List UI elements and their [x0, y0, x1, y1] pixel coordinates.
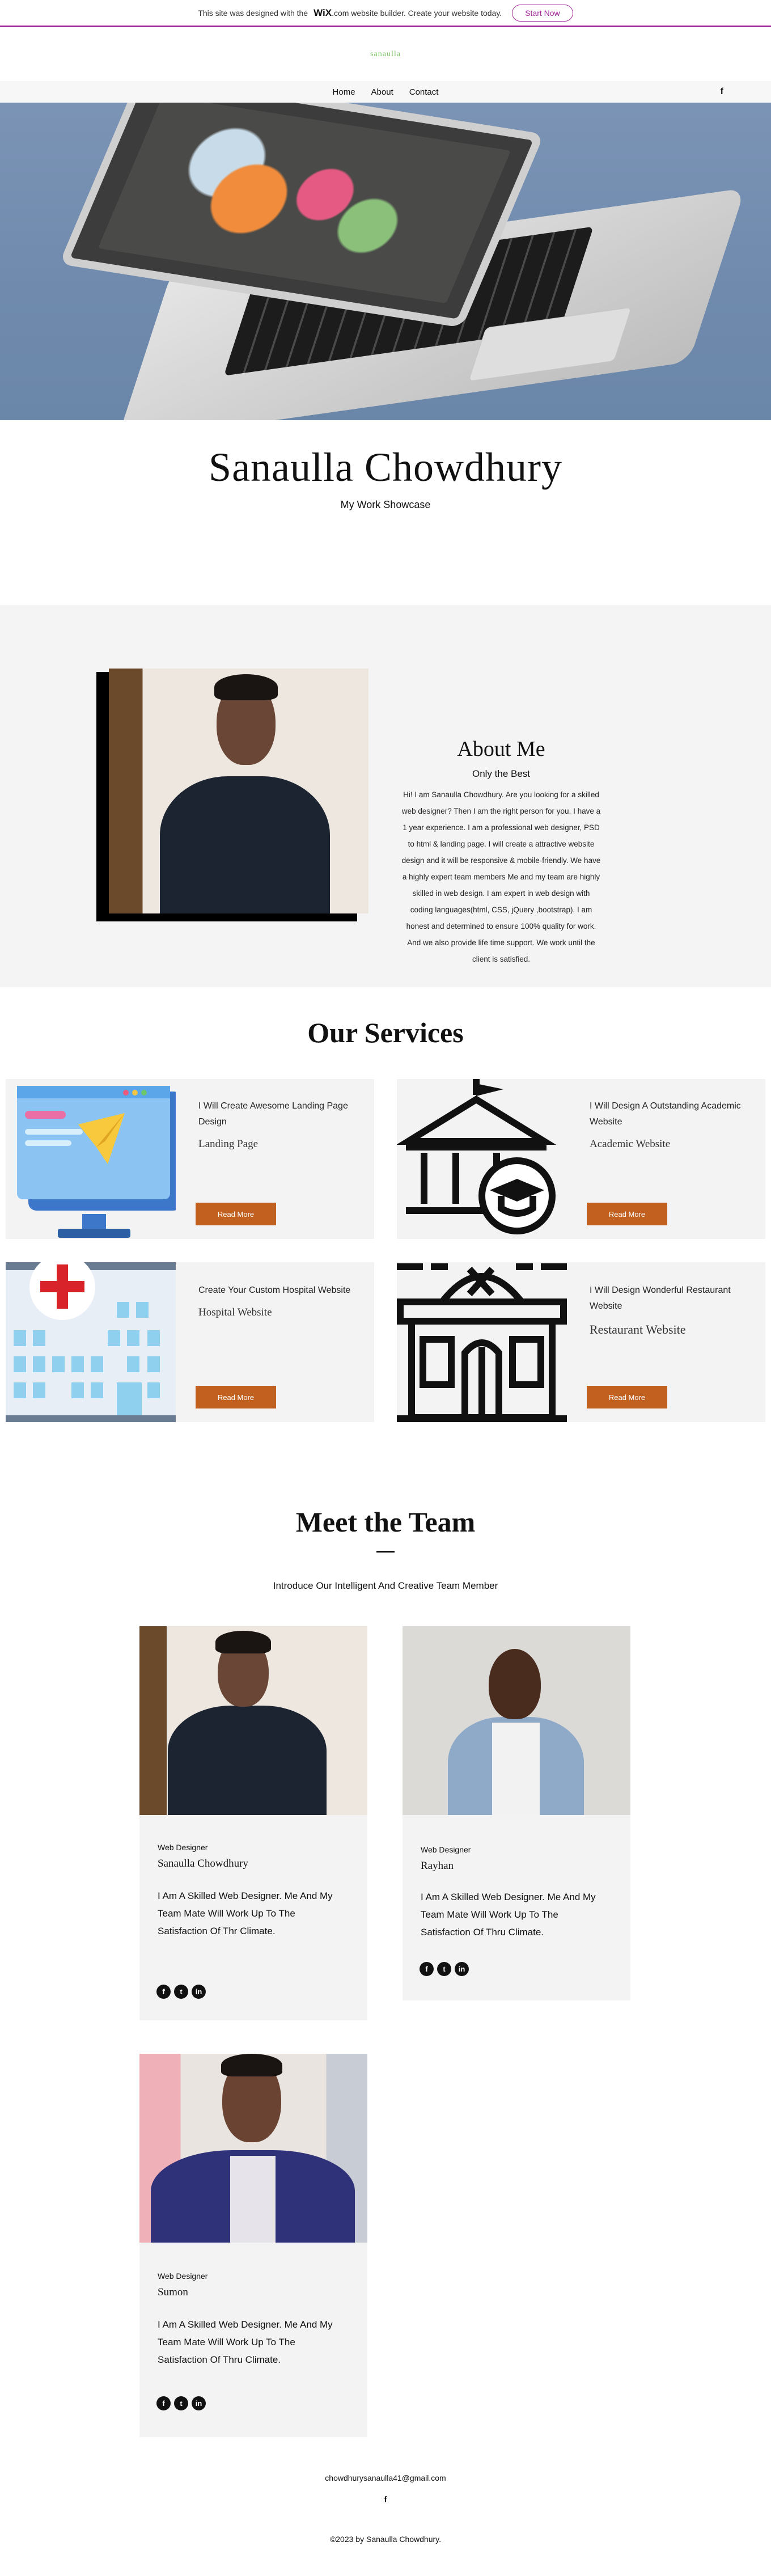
landing-page-icon — [6, 1079, 181, 1239]
hero-title: Sanaulla Chowdhury — [209, 445, 562, 490]
service-subtitle: Restaurant Website — [590, 1322, 686, 1336]
service-card-academic: I Will Design A Outstanding Academic Web… — [396, 1079, 765, 1239]
team-card-rayhan: Web Designer Rayhan I Am A Skilled Web D… — [403, 1626, 630, 2000]
service-heading: I Will Create Awesome Landing Page Desig… — [198, 1101, 348, 1127]
services-title: Our Services — [307, 1017, 464, 1048]
laptop-screen — [58, 103, 545, 328]
service-card-restaurant: I Will Design Wonderful Restaurant Websi… — [397, 1262, 765, 1422]
wix-logo[interactable]: WiX — [314, 7, 332, 19]
member-description: I Am A Skilled Web Designer. Me And My T… — [421, 1892, 596, 1938]
restaurant-icon — [397, 1262, 567, 1422]
facebook-icon[interactable]: f — [0, 2495, 771, 2505]
facebook-icon[interactable]: f — [156, 1985, 171, 1999]
twitter-icon[interactable]: t — [437, 1962, 451, 1976]
site-logo[interactable]: sanaulla — [370, 50, 401, 59]
team-photo — [403, 1626, 630, 1815]
service-subtitle: Landing Page — [198, 1138, 259, 1150]
team-photo — [139, 2054, 367, 2243]
about-section: About Me Only the Best Hi! I am Sanaulla… — [0, 605, 771, 987]
hero-subtitle: My Work Showcase — [340, 499, 431, 510]
hospital-icon — [6, 1254, 176, 1422]
team-title: Meet the Team — [295, 1506, 476, 1538]
member-role: Web Designer — [421, 1845, 471, 1854]
nav-home[interactable]: Home — [333, 87, 355, 97]
coral-artwork — [98, 103, 511, 304]
footer-email[interactable]: chowdhurysanaulla41@gmail.com — [0, 2473, 771, 2482]
member-name: Sumon — [158, 2286, 188, 2298]
wix-banner: This site was designed with the WiX .com… — [0, 0, 771, 27]
academic-building-icon — [396, 1079, 567, 1239]
member-role: Web Designer — [158, 2272, 208, 2281]
team-subtitle: Introduce Our Intelligent And Creative T… — [273, 1580, 498, 1591]
about-body: Hi! I am Sanaulla Chowdhury. Are you loo… — [401, 790, 601, 963]
start-now-button[interactable]: Start Now — [512, 4, 573, 22]
read-more-button[interactable]: Read More — [196, 1203, 276, 1225]
person-figure — [160, 669, 330, 913]
service-heading: Create Your Custom Hospital Website — [198, 1285, 351, 1295]
member-name: Sanaulla Chowdhury — [158, 1858, 248, 1869]
team-photo — [139, 1626, 367, 1815]
service-subtitle: Academic Website — [590, 1138, 671, 1150]
nav-bar: Home About Contact f — [0, 81, 771, 103]
member-name: Rayhan — [421, 1860, 454, 1872]
facebook-icon[interactable]: f — [156, 2396, 171, 2410]
footer-copyright: ©2023 by Sanaulla Chowdhury. — [329, 2535, 442, 2544]
member-description: I Am A Skilled Web Designer. Me And My T… — [158, 1890, 333, 1936]
twitter-icon[interactable]: t — [174, 2396, 188, 2410]
service-subtitle: Hospital Website — [198, 1306, 272, 1318]
member-role: Web Designer — [158, 1843, 208, 1852]
about-subtitle: Only the Best — [472, 768, 531, 779]
nav-contact[interactable]: Contact — [409, 87, 439, 97]
service-heading: I Will Design A Outstanding Academic Web… — [590, 1101, 741, 1127]
read-more-button[interactable]: Read More — [587, 1386, 667, 1408]
title-divider — [376, 1551, 395, 1553]
hero-heading-block: Sanaulla Chowdhury My Work Showcase — [0, 420, 771, 511]
site-header: sanaulla — [0, 27, 771, 81]
team-card-sanaulla: Web Designer Sanaulla Chowdhury I Am A S… — [139, 1626, 367, 2020]
about-photo — [109, 669, 368, 913]
read-more-button[interactable]: Read More — [587, 1203, 667, 1225]
linkedin-icon[interactable]: in — [192, 2396, 206, 2410]
banner-post-text: .com website builder. Create your websit… — [332, 8, 502, 18]
about-text: About Me Only the Best Hi! I am Sanaulla… — [401, 737, 601, 967]
member-description: I Am A Skilled Web Designer. Me And My T… — [158, 2319, 333, 2365]
service-heading: I Will Design Wonderful Restaurant Websi… — [590, 1285, 731, 1311]
twitter-icon[interactable]: t — [174, 1985, 188, 1999]
linkedin-icon[interactable]: in — [455, 1962, 469, 1976]
facebook-icon[interactable]: f — [721, 87, 723, 97]
service-card-landing: I Will Create Awesome Landing Page Desig… — [6, 1079, 374, 1239]
team-card-sumon: Web Designer Sumon I Am A Skilled Web De… — [139, 2054, 367, 2437]
banner-pre-text: This site was designed with the — [198, 8, 308, 18]
nav-about[interactable]: About — [371, 87, 393, 97]
hero-image — [0, 103, 771, 420]
read-more-button[interactable]: Read More — [196, 1386, 276, 1408]
service-card-hospital: Create Your Custom Hospital Website Hosp… — [6, 1254, 374, 1422]
about-title: About Me — [457, 737, 545, 761]
facebook-icon[interactable]: f — [420, 1962, 434, 1976]
linkedin-icon[interactable]: in — [192, 1985, 206, 1999]
